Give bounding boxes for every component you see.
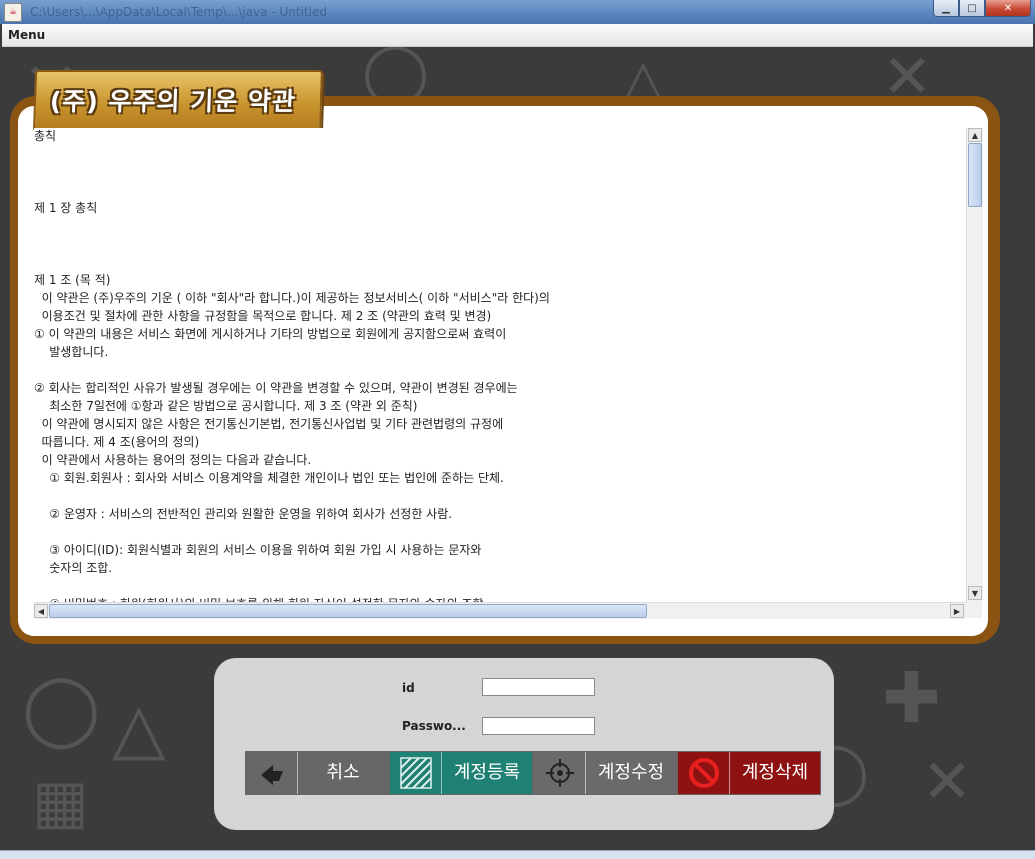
terms-text-line: 최소한 7일전에 ①항과 같은 방법으로 공시합니다. 제 3 조 (약관 외 …: [34, 399, 418, 413]
scroll-corner: [966, 602, 982, 618]
modify-label: 계정수정: [597, 762, 665, 783]
minimize-button[interactable]: ▁: [933, 0, 959, 17]
terms-text-line: 이 약관에서 사용하는 용어의 정의는 다음과 같습니다.: [34, 453, 312, 467]
id-label: id: [402, 681, 415, 695]
scroll-right-icon[interactable]: ▶: [950, 604, 964, 618]
terms-text-line: ① 이 약관의 내용은 서비스 화면에 게시하거나 기타의 방법으로 회원에게 …: [34, 327, 507, 341]
terms-text-line: ④ 비밀번호 : 회원(회원사)의 비밀 보호를 위해 회원 자신이 설정한 문…: [34, 595, 487, 602]
java-icon[interactable]: ☕: [4, 3, 22, 22]
terms-text-line: 제 1 장 총칙: [34, 201, 98, 215]
modify-button[interactable]: 계정수정: [533, 751, 677, 795]
window-titlebar: ☕ C:\Users\...\AppData\Local\Temp\...\ja…: [0, 0, 1035, 24]
vertical-scrollbar[interactable]: ▲ ▼: [966, 128, 983, 602]
terms-text-line: ② 운영자 : 서비스의 전반적인 관리와 원활한 운영을 위하여 회사가 선정…: [34, 507, 453, 521]
menu-item-menu[interactable]: Menu: [8, 28, 45, 42]
maximize-button[interactable]: □: [959, 0, 985, 17]
delete-button[interactable]: 계정삭제: [677, 751, 821, 795]
controller-pattern-icon: ◯: [22, 667, 101, 749]
striped-square-icon: [390, 752, 442, 794]
register-label: 계정등록: [453, 762, 521, 783]
password-input[interactable]: [482, 717, 595, 735]
register-button[interactable]: 계정등록: [389, 751, 533, 795]
return-arrow-icon: [246, 752, 298, 794]
terms-text-line: 숫자의 조합.: [34, 561, 113, 575]
terms-text-line: ③ 아이디(ID): 회원식별과 회원의 서비스 이용을 위하여 회원 가입 시…: [34, 543, 482, 557]
cancel-button[interactable]: 취소: [245, 751, 389, 795]
close-button[interactable]: ✕: [985, 0, 1031, 17]
vertical-scroll-thumb[interactable]: [968, 143, 982, 207]
prohibited-icon: [678, 752, 730, 794]
window-title: C:\Users\...\AppData\Local\Temp\...\java…: [30, 5, 327, 19]
menubar: Menu: [2, 24, 1033, 47]
terms-text-line: 제 1 조 (목 적): [34, 273, 111, 287]
delete-label: 계정삭제: [741, 762, 809, 783]
terms-text-line: ① 회원.회원사 : 회사와 서비스 이용계약을 체결한 개인이나 법인 또는 …: [34, 471, 504, 485]
password-label: Passwo...: [402, 719, 466, 733]
scroll-left-icon[interactable]: ◀: [34, 604, 48, 618]
terms-text-line: 이 약관에 명시되지 않은 사항은 전기통신기본법, 전기통신사업법 및 기타 …: [34, 417, 504, 431]
terms-text-area[interactable]: 총칙제 1 장 총칙제 1 조 (목 적) 이 약관은 (주)우주의 기운 ( …: [34, 128, 966, 602]
terms-text-line: ② 회사는 합리적인 사유가 발생될 경우에는 이 약관을 변경할 수 있으며,…: [34, 381, 518, 395]
terms-text-line: 이용조건 및 절차에 관한 사항을 규정함을 목적으로 합니다. 제 2 조 (…: [34, 309, 492, 323]
controller-pattern-icon: ✚: [882, 657, 941, 739]
action-button-row: 취소 계정등록 계정수정 계정삭제: [245, 751, 822, 795]
scroll-up-icon[interactable]: ▲: [968, 128, 982, 142]
controller-pattern-icon: △: [112, 687, 166, 769]
controller-pattern-icon: ✕: [922, 747, 973, 817]
terms-text-line: 이 약관은 (주)우주의 기운 ( 이하 "회사"라 합니다.)이 제공하는 정…: [34, 291, 550, 305]
terms-title: (주) 우주의 기운 약관: [49, 87, 297, 116]
id-input[interactable]: [482, 678, 595, 696]
terms-text-line: 총칙: [34, 129, 57, 143]
terms-title-plaque: (주) 우주의 기운 약관: [32, 70, 324, 132]
window-controls: ▁ □ ✕: [933, 0, 1031, 18]
horizontal-scrollbar[interactable]: ◀ ▶: [34, 602, 966, 619]
scroll-down-icon[interactable]: ▼: [968, 586, 982, 600]
crosshair-icon: [534, 752, 586, 794]
cancel-label: 취소: [326, 762, 360, 783]
terms-text-line: 따릅니다. 제 4 조(용어의 정의): [34, 435, 200, 449]
horizontal-scroll-thumb[interactable]: [49, 604, 647, 618]
controller-pattern-icon: ▦: [32, 767, 89, 837]
terms-text-line: 발생합니다.: [34, 345, 109, 359]
